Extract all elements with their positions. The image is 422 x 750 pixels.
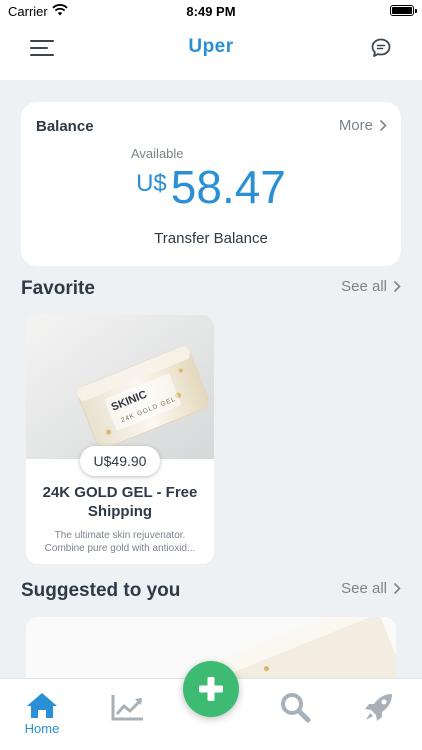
- balance-more-label: More: [338, 117, 373, 134]
- favorite-product-card[interactable]: SKINIC 24K GOLD GEL U$49.90 24K GOLD GEL…: [26, 315, 214, 564]
- add-button[interactable]: [183, 661, 239, 717]
- plus-icon: [199, 677, 223, 701]
- chart-icon: [111, 695, 143, 721]
- tab-home-label: Home: [24, 721, 60, 736]
- favorite-see-all-link[interactable]: See all: [341, 278, 401, 295]
- tab-search[interactable]: [276, 679, 314, 750]
- product-description-line: Combine pure gold with antioxid...: [44, 543, 196, 554]
- price-badge: U$49.90: [80, 446, 160, 476]
- chevron-right-icon: [393, 280, 401, 293]
- suggested-see-all-label: See all: [341, 580, 387, 597]
- suggested-section-title: Suggested to you: [21, 580, 181, 601]
- rocket-icon: [365, 694, 392, 721]
- balance-title: Balance: [36, 118, 94, 135]
- tab-home[interactable]: Home: [20, 679, 64, 750]
- status-bar: Carrier 8:49 PM: [0, 0, 422, 22]
- main-content[interactable]: Balance More Available U$58.47 Transfer …: [0, 80, 422, 678]
- balance-value: 58.47: [170, 161, 286, 213]
- transfer-balance-button[interactable]: Transfer Balance: [21, 230, 401, 247]
- balance-more-link[interactable]: More: [339, 117, 387, 134]
- app-logo: Uper: [188, 36, 234, 57]
- chevron-right-icon: [393, 582, 401, 595]
- tab-stats[interactable]: [108, 679, 148, 750]
- balance-card: Balance More Available U$58.47 Transfer …: [21, 102, 401, 266]
- balance-amount: U$58.47: [21, 160, 401, 214]
- available-label: Available: [131, 146, 184, 161]
- currency-symbol: U$: [136, 170, 167, 197]
- product-name: 24K GOLD GEL - Free Shipping: [42, 484, 198, 520]
- suggested-see-all-link[interactable]: See all: [341, 580, 401, 597]
- search-icon: [281, 693, 311, 723]
- clock: 8:49 PM: [186, 4, 236, 19]
- tab-boost[interactable]: [360, 679, 398, 750]
- product-description-line: The ultimate skin rejuvenator.: [54, 530, 186, 541]
- product-description: The ultimate skin rejuvenator. Combine p…: [34, 529, 206, 555]
- cream-jar-image: SKINIC 24K GOLD GEL: [26, 315, 214, 459]
- chevron-right-icon: [379, 119, 387, 132]
- home-icon: [27, 693, 57, 718]
- nav-bar: Uper: [0, 22, 422, 80]
- favorite-see-all-label: See all: [341, 278, 387, 295]
- product-image: SKINIC 24K GOLD GEL: [26, 315, 214, 459]
- chat-icon[interactable]: [370, 37, 392, 59]
- battery-icon: [390, 5, 417, 16]
- favorite-section-title: Favorite: [21, 278, 95, 299]
